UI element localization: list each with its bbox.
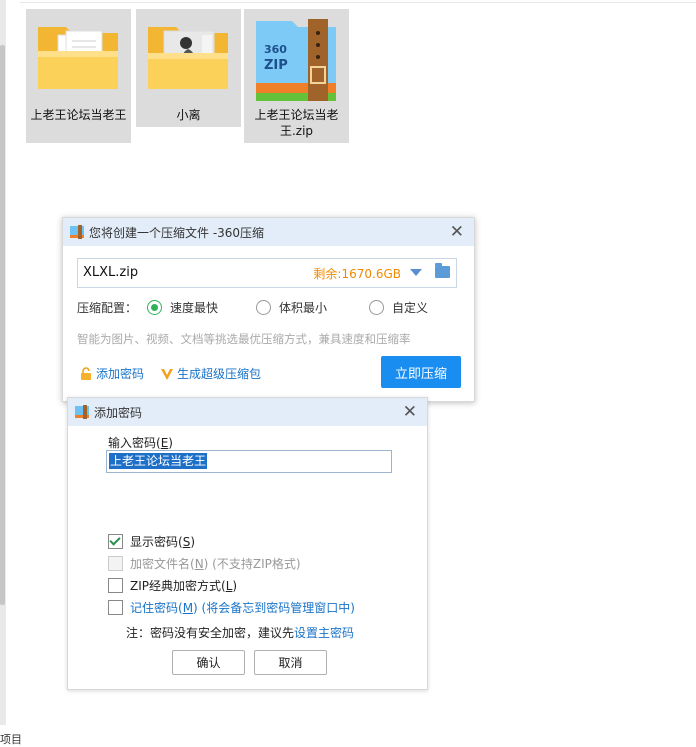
svg-text:ZIP: ZIP bbox=[264, 58, 288, 73]
svg-text:360: 360 bbox=[264, 43, 287, 56]
show-password-label: 显示密码(S) bbox=[130, 535, 195, 549]
radio-selected-icon[interactable] bbox=[147, 300, 162, 315]
super-pack-label: 生成超级压缩包 bbox=[177, 367, 262, 381]
360zip-app-icon bbox=[75, 405, 89, 419]
file-name: 上老王论坛当老王 bbox=[30, 108, 127, 122]
password-value-selected[interactable]: 上老王论坛当老王 bbox=[109, 453, 208, 469]
compress-config-label: 压缩配置： bbox=[77, 301, 138, 315]
disk-space-left: 剩余:1670.6GB bbox=[313, 267, 401, 281]
password-input[interactable]: 上老王论坛当老王 bbox=[106, 450, 392, 473]
compress-hint: 智能为图片、视频、文档等挑选最优压缩方式，兼具速度和压缩率 bbox=[77, 332, 411, 346]
lock-icon bbox=[81, 366, 91, 380]
compress-dialog-titlebar[interactable]: 您将创建一个压缩文件 -360压缩 bbox=[63, 218, 474, 246]
checkbox-disabled-icon bbox=[108, 556, 123, 571]
close-icon[interactable]: ✕ bbox=[403, 403, 417, 421]
radio-icon[interactable] bbox=[369, 300, 384, 315]
checkbox-checked-icon[interactable] bbox=[108, 534, 123, 549]
password-dialog-titlebar[interactable]: 添加密码 bbox=[68, 398, 427, 426]
cancel-button[interactable]: 取消 bbox=[254, 650, 327, 675]
checkbox-icon[interactable] bbox=[108, 578, 123, 593]
remember-password-checkbox[interactable]: 记住密码(M) (将会备忘到密码管理窗口中) bbox=[108, 599, 355, 616]
set-master-password-link[interactable]: 设置主密码 bbox=[294, 626, 354, 640]
zip-classic-label: ZIP经典加密方式(L) bbox=[130, 579, 238, 593]
add-password-link[interactable]: 添加密码 bbox=[79, 365, 144, 382]
option-label: 体积最小 bbox=[279, 301, 328, 315]
add-password-dialog: 添加密码 ✕ 输入密码(E) 上老王论坛当老王 显示密码(S) 加密文件名(N)… bbox=[67, 397, 428, 690]
v-badge-icon bbox=[161, 368, 173, 380]
ok-button[interactable]: 确认 bbox=[172, 650, 245, 675]
folder-with-documents-icon bbox=[38, 27, 118, 89]
compress-now-button[interactable]: 立即压缩 bbox=[381, 356, 461, 388]
file-tile-folder-2[interactable]: 小离 bbox=[136, 9, 241, 127]
360zip-archive-icon: 360 ZIP bbox=[256, 19, 336, 101]
super-pack-link[interactable]: 生成超级压缩包 bbox=[160, 365, 261, 382]
password-dialog-title: 添加密码 bbox=[94, 405, 143, 420]
option-label: 速度最快 bbox=[170, 301, 219, 315]
left-scrollbar[interactable] bbox=[0, 0, 6, 725]
encrypt-filenames-checkbox: 加密文件名(N) (不支持ZIP格式) bbox=[108, 555, 301, 572]
zip-classic-encryption-checkbox[interactable]: ZIP经典加密方式(L) bbox=[108, 577, 237, 594]
add-password-label: 添加密码 bbox=[96, 367, 145, 381]
360zip-app-icon bbox=[70, 225, 84, 239]
show-password-checkbox[interactable]: 显示密码(S) bbox=[108, 533, 195, 550]
option-smallest[interactable]: 体积最小 bbox=[256, 299, 327, 316]
archive-name-value[interactable]: XLXL.zip bbox=[83, 265, 138, 280]
option-custom[interactable]: 自定义 bbox=[369, 299, 428, 316]
compress-dialog: 您将创建一个压缩文件 -360压缩 ✕ XLXL.zip 剩余:1670.6GB… bbox=[62, 217, 475, 402]
compress-dialog-title: 您将创建一个压缩文件 -360压缩 bbox=[89, 225, 265, 240]
file-name: 小离 bbox=[176, 108, 201, 122]
browse-folder-icon[interactable] bbox=[435, 263, 450, 278]
folder-with-photo-icon bbox=[148, 27, 228, 89]
left-scrollbar-thumb[interactable] bbox=[0, 45, 5, 605]
security-note: 注：密码没有安全加密，建议先设置主密码 bbox=[126, 626, 355, 640]
option-label: 自定义 bbox=[392, 301, 429, 315]
file-name: 上老王论坛当老王.zip bbox=[254, 108, 339, 138]
password-input-label: 输入密码(E) bbox=[108, 436, 173, 450]
encrypt-filenames-label: 加密文件名(N) (不支持ZIP格式) bbox=[130, 557, 301, 571]
file-tile-zip[interactable]: 360 ZIP 上老王论坛当老王.zip bbox=[244, 9, 349, 143]
option-fastest[interactable]: 速度最快 bbox=[147, 299, 218, 316]
archive-name-field[interactable]: XLXL.zip 剩余:1670.6GB bbox=[77, 258, 457, 288]
file-tile-folder-1[interactable]: 上老王论坛当老王 bbox=[26, 9, 131, 143]
chevron-down-icon[interactable] bbox=[410, 269, 422, 276]
close-icon[interactable]: ✕ bbox=[450, 223, 464, 241]
checkbox-icon[interactable] bbox=[108, 600, 123, 615]
radio-icon[interactable] bbox=[256, 300, 271, 315]
top-divider bbox=[20, 2, 696, 3]
remember-password-label: 记住密码(M) (将会备忘到密码管理窗口中) bbox=[130, 601, 355, 615]
